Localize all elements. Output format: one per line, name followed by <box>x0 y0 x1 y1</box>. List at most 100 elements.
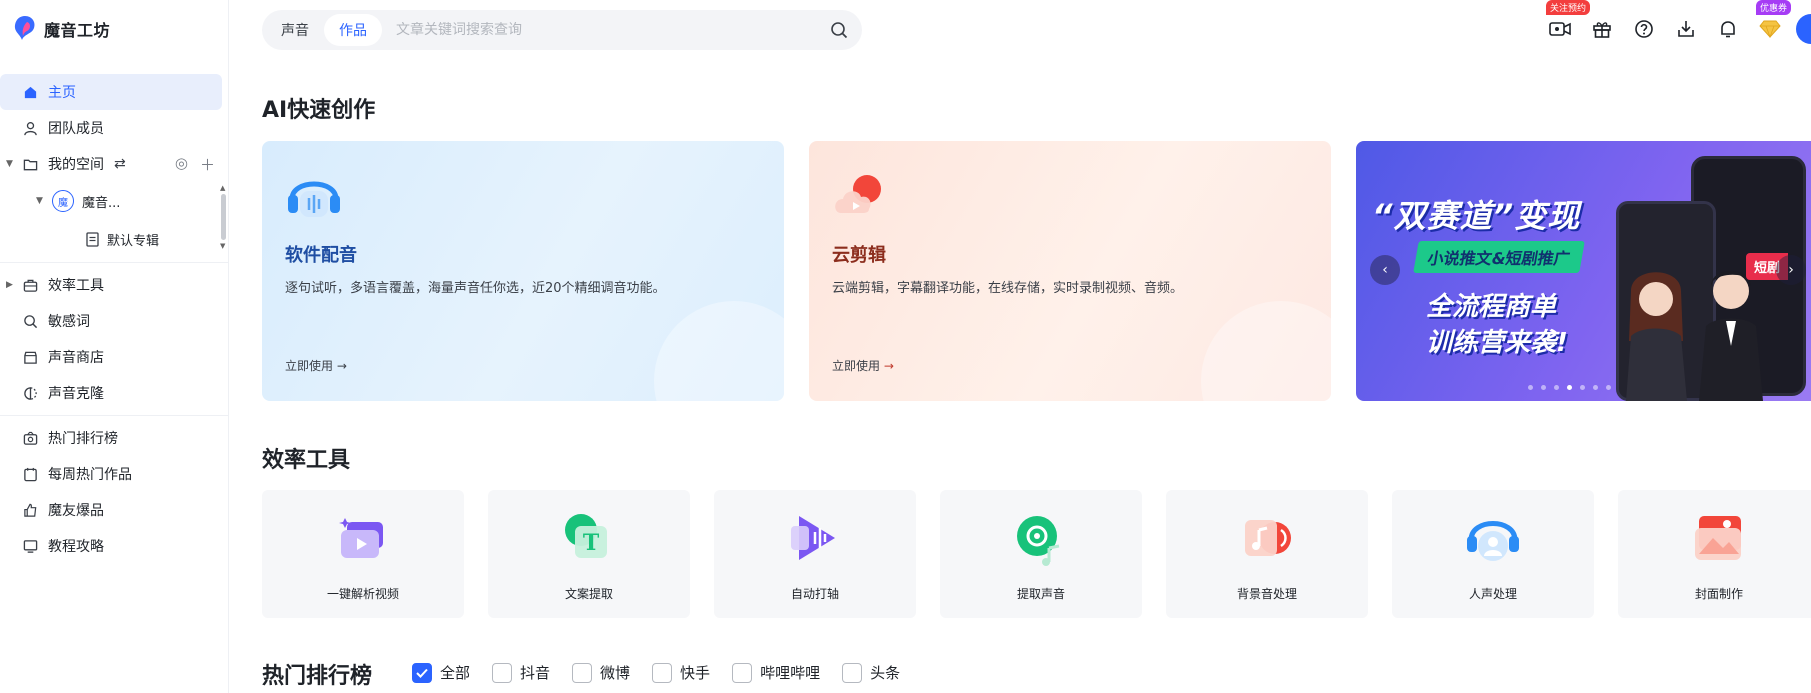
tool-bg-music[interactable]: 背景音处理 <box>1166 490 1368 618</box>
search-icon[interactable] <box>830 21 848 43</box>
search-input[interactable] <box>396 22 796 38</box>
software-dubbing-card[interactable]: 软件配音 逐句试听，多语言覆盖，海量声音任你选，近20个精细调音功能。 立即使用… <box>262 141 784 401</box>
checkbox[interactable] <box>492 662 513 683</box>
checkbox[interactable] <box>652 662 673 683</box>
filter-label: 哔哩哔哩 <box>760 664 821 682</box>
filter-douyin[interactable]: 抖音 <box>492 662 550 683</box>
carousel-dot[interactable] <box>1606 385 1611 390</box>
banner-headline: “双赛道”变现 <box>1372 197 1581 235</box>
tool-extract-audio[interactable]: 提取声音 <box>940 490 1142 618</box>
tool-cover[interactable]: 封面制作 <box>1618 490 1811 618</box>
coupon-badge: 优惠券 <box>1756 0 1792 15</box>
card-title: 云剪辑 <box>832 245 886 266</box>
svg-text:T: T <box>583 530 600 556</box>
sidebar-scrollbar[interactable]: ▲ ▼ <box>220 184 227 250</box>
tool-auto-timeline[interactable]: 自动打轴 <box>714 490 916 618</box>
sidebar-item-weekly-hot[interactable]: 每周热门作品 <box>0 456 229 492</box>
bell-icon <box>1721 21 1735 38</box>
monitor-icon <box>22 538 38 554</box>
checkbox[interactable] <box>572 662 593 683</box>
filter-bilibili[interactable]: 哔哩哔哩 <box>732 662 820 683</box>
cloud-edit-card[interactable]: 云剪辑 云端剪辑，字幕翻译功能，在线存储，实时录制视频、音频。 立即使用 → <box>809 141 1331 401</box>
live-button[interactable]: 关注预约 <box>1546 0 1591 48</box>
settings-icon[interactable]: ◎ <box>175 154 188 175</box>
caret-right-icon[interactable]: ▶ <box>6 280 13 290</box>
sidebar-item-home[interactable]: 主页 <box>0 74 222 110</box>
tab-works[interactable]: 作品 <box>324 14 382 46</box>
sidebar-item-label: 主页 <box>48 85 76 101</box>
sidebar-nav: 主页 团队成员 ▼ 我的空间 ⇄ ◎ ＋ ▼ 魔 魔音... 默认专辑 ▶ 效率… <box>0 74 229 564</box>
notification-button[interactable] <box>1716 10 1740 48</box>
sidebar-item-voice-store[interactable]: 声音商店 <box>0 339 229 375</box>
divider <box>0 262 229 263</box>
briefcase-icon <box>22 277 38 293</box>
scroll-down-icon[interactable]: ▼ <box>220 242 225 250</box>
caret-down-icon[interactable]: ▼ <box>6 159 13 169</box>
banner-prev-button[interactable]: ‹ <box>1370 255 1400 285</box>
use-now-link[interactable]: 立即使用 → <box>832 357 894 374</box>
scroll-up-icon[interactable]: ▲ <box>220 184 225 192</box>
carousel-dot[interactable] <box>1528 385 1533 390</box>
workspace-item[interactable]: ▼ 魔 魔音... <box>0 182 229 220</box>
gift-button[interactable] <box>1590 10 1614 48</box>
carousel-dot[interactable] <box>1541 385 1546 390</box>
sidebar-item-hits[interactable]: 魔友爆品 <box>0 492 229 528</box>
download-icon <box>1678 21 1694 37</box>
sidebar-item-efficiency-tools[interactable]: ▶ 效率工具 <box>0 267 229 303</box>
ai-section-title: AI快速创作 <box>262 98 376 123</box>
checkbox[interactable] <box>732 662 753 683</box>
banner-next-button[interactable]: › <box>1776 255 1806 285</box>
filter-weibo[interactable]: 微博 <box>572 662 630 683</box>
coupon-button[interactable]: 优惠券 <box>1756 0 1792 48</box>
use-now-link[interactable]: 立即使用 → <box>285 357 347 374</box>
hot-section-title: 热门排行榜 <box>262 664 373 689</box>
gift-icon <box>1593 22 1611 38</box>
filter-all[interactable]: 全部 <box>412 662 470 683</box>
switch-icon[interactable]: ⇄ <box>114 156 126 172</box>
carousel-dot-active[interactable] <box>1567 385 1572 390</box>
checkbox-checked[interactable] <box>412 662 432 683</box>
promo-banner[interactable]: “双赛道”变现 小说推文&短剧推广 全流程商单 训练营来袭! 短剧 ‹ › <box>1356 141 1811 401</box>
filter-label: 微博 <box>600 664 631 682</box>
carousel-dots <box>1528 385 1611 390</box>
search-shield-icon <box>22 313 38 329</box>
text-extract-icon: T <box>565 514 607 558</box>
tools-section-title: 效率工具 <box>262 448 351 473</box>
user-icon <box>22 120 38 136</box>
download-button[interactable] <box>1674 10 1698 48</box>
user-avatar[interactable] <box>1796 14 1811 44</box>
tool-label: 自动打轴 <box>790 587 839 601</box>
voice-process-icon <box>1467 521 1519 561</box>
help-icon <box>1635 20 1653 38</box>
sidebar-item-tutorials[interactable]: 教程攻略 <box>0 528 229 564</box>
tool-parse-video[interactable]: 一键解析视频 <box>262 490 464 618</box>
carousel-dot[interactable] <box>1554 385 1559 390</box>
carousel-dot[interactable] <box>1580 385 1585 390</box>
scrollbar-thumb[interactable] <box>221 194 226 240</box>
clone-icon <box>22 385 38 401</box>
caret-down-icon[interactable]: ▼ <box>36 196 43 206</box>
tab-voice[interactable]: 声音 <box>266 14 324 46</box>
app-logo[interactable]: 魔音工坊 <box>12 14 110 44</box>
logo-icon <box>14 16 35 40</box>
app-name: 魔音工坊 <box>44 21 111 40</box>
tool-text-extract[interactable]: T 文案提取 <box>488 490 690 618</box>
sidebar-item-sensitive-words[interactable]: 敏感词 <box>0 303 229 339</box>
sidebar-item-voice-clone[interactable]: 声音克隆 <box>0 375 229 411</box>
help-button[interactable] <box>1632 10 1656 48</box>
platform-filters: 全部 抖音 微博 快手 哔哩哔哩 头条 <box>412 662 900 683</box>
cloud-play-icon <box>835 175 881 213</box>
workspace-avatar: 魔 <box>52 190 74 212</box>
add-icon[interactable]: ＋ <box>200 154 215 175</box>
filter-kuaishou[interactable]: 快手 <box>652 662 710 683</box>
checkbox[interactable] <box>842 662 863 683</box>
carousel-dot[interactable] <box>1593 385 1598 390</box>
sidebar-item-team[interactable]: 团队成员 <box>0 110 229 146</box>
sidebar-item-label: 效率工具 <box>48 278 104 294</box>
tool-voice-process[interactable]: 人声处理 <box>1392 490 1594 618</box>
bg-music-icon <box>1245 520 1291 556</box>
album-item[interactable]: 默认专辑 <box>0 220 229 258</box>
sidebar-item-my-space[interactable]: ▼ 我的空间 ⇄ ◎ ＋ <box>0 146 229 182</box>
filter-toutiao[interactable]: 头条 <box>842 662 900 683</box>
sidebar-item-hot-rank[interactable]: 热门排行榜 <box>0 420 229 456</box>
